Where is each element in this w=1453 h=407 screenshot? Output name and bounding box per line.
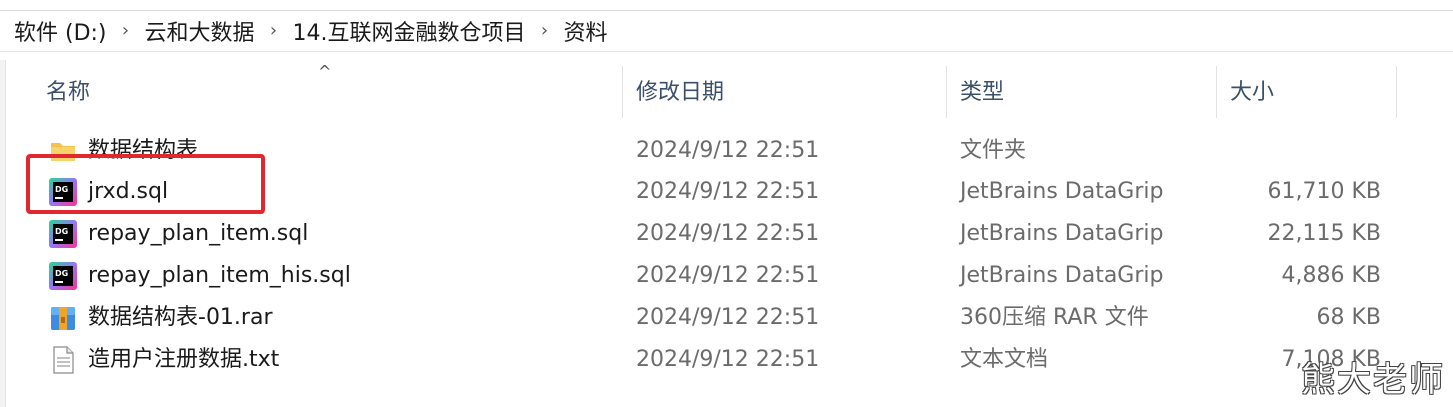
file-type: JetBrains DataGrip <box>960 179 1164 204</box>
file-name: jrxd.sql <box>88 179 169 204</box>
file-row[interactable]: DG repay_plan_item.sql 2024/9/12 22:51 J… <box>0 213 1453 254</box>
svg-text:DG: DG <box>55 227 68 236</box>
breadcrumb-item-folder-2[interactable]: 14.互联网金融数仓项目 <box>289 15 530 47</box>
chevron-right-icon[interactable]: › <box>536 20 554 41</box>
svg-text:DG: DG <box>55 269 68 278</box>
column-divider[interactable] <box>622 66 623 118</box>
file-name: 数据结构表-01.rar <box>88 305 273 330</box>
file-type: JetBrains DataGrip <box>960 263 1164 288</box>
column-header-size[interactable]: 大小 <box>1230 78 1274 108</box>
breadcrumb-item-drive[interactable]: 软件 (D:) <box>10 15 111 47</box>
file-row[interactable]: 数据结构表 2024/9/12 22:51 文件夹 <box>0 130 1453 171</box>
file-size: 61,710 KB <box>1267 179 1382 204</box>
column-divider[interactable] <box>1216 66 1217 118</box>
file-type: 文件夹 <box>960 138 1027 163</box>
rar-archive-icon <box>51 307 75 330</box>
file-size: 4,886 KB <box>1281 263 1382 288</box>
file-type: 360压缩 RAR 文件 <box>960 305 1149 330</box>
file-name: repay_plan_item.sql <box>88 221 309 246</box>
file-row[interactable]: DG jrxd.sql 2024/9/12 22:51 JetBrains Da… <box>0 171 1453 212</box>
file-name: repay_plan_item_his.sql <box>88 263 351 288</box>
chevron-right-icon[interactable]: › <box>117 20 135 41</box>
svg-text:DG: DG <box>55 185 68 194</box>
datagrip-file-icon: DG <box>49 262 77 290</box>
file-row[interactable]: 数据结构表-01.rar 2024/9/12 22:51 360压缩 RAR 文… <box>0 297 1453 338</box>
breadcrumb-item-current[interactable]: 资料 <box>560 15 612 47</box>
file-type: 文本文档 <box>960 347 1049 372</box>
folder-icon <box>51 143 75 161</box>
column-divider[interactable] <box>946 66 947 118</box>
address-breadcrumb: 软件 (D:) › 云和大数据 › 14.互联网金融数仓项目 › 资料 <box>0 10 1453 52</box>
text-file-icon <box>53 346 74 374</box>
datagrip-file-icon: DG <box>49 220 77 248</box>
breadcrumb-item-folder-1[interactable]: 云和大数据 <box>141 15 259 47</box>
file-name: 造用户注册数据.txt <box>88 347 280 372</box>
watermark-text: 熊大老师 <box>1301 360 1445 400</box>
column-header-name[interactable]: 名称 <box>46 78 90 108</box>
file-size: 22,115 KB <box>1267 221 1382 246</box>
file-modified: 2024/9/12 22:51 <box>636 305 820 330</box>
column-header-modified[interactable]: 修改日期 <box>636 78 724 108</box>
datagrip-file-icon: DG <box>49 178 77 206</box>
file-modified: 2024/9/12 22:51 <box>636 347 820 372</box>
file-modified: 2024/9/12 22:51 <box>636 179 820 204</box>
file-row[interactable]: DG repay_plan_item_his.sql 2024/9/12 22:… <box>0 255 1453 296</box>
sort-ascending-icon: ^ <box>318 62 332 81</box>
chevron-right-icon[interactable]: › <box>265 20 283 41</box>
column-header-row: 名称 修改日期 类型 大小 <box>0 66 1453 118</box>
file-type: JetBrains DataGrip <box>960 221 1164 246</box>
file-name: 数据结构表 <box>88 138 199 163</box>
file-row[interactable]: 造用户注册数据.txt 2024/9/12 22:51 文本文档 7,108 K… <box>0 339 1453 380</box>
file-modified: 2024/9/12 22:51 <box>636 221 820 246</box>
column-divider[interactable] <box>1396 66 1397 118</box>
file-size: 68 KB <box>1316 305 1381 330</box>
file-modified: 2024/9/12 22:51 <box>636 138 820 163</box>
file-modified: 2024/9/12 22:51 <box>636 263 820 288</box>
column-header-type[interactable]: 类型 <box>960 78 1004 108</box>
